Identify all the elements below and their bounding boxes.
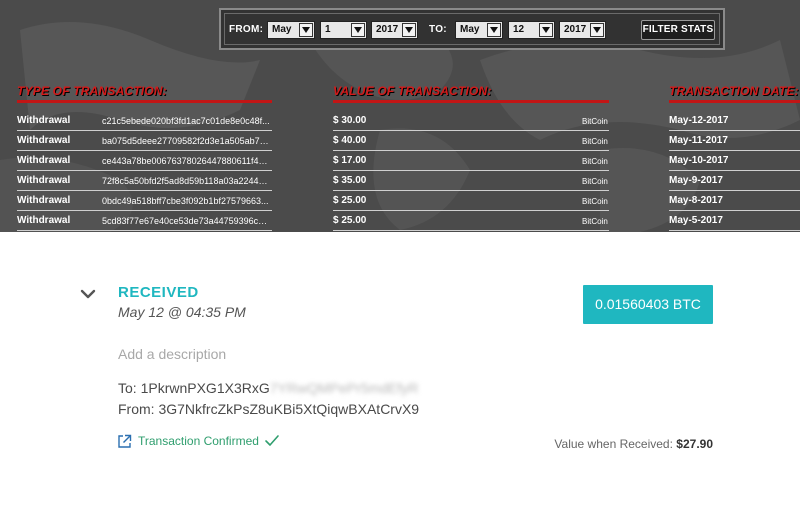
to-address-blurred: 7YRwQMPePr5mdEfyR xyxy=(269,380,419,396)
value-when-received-amount: $27.90 xyxy=(676,437,713,451)
row-currency: BitCoin xyxy=(582,157,608,166)
value-when-received-label: Value when Received: xyxy=(554,437,673,451)
add-description-field[interactable]: Add a description xyxy=(118,346,226,362)
row-type: Withdrawal xyxy=(17,155,71,166)
date-filter-bar: FROM: May 1 2017 TO: May 12 2017 FILTER … xyxy=(219,8,725,50)
checkmark-icon xyxy=(265,435,279,446)
triangle-down-icon xyxy=(590,23,604,37)
row-date: May-8-2017 xyxy=(669,195,723,206)
table-row[interactable]: Withdrawal 5cd83f77e67e40ce53de73a447593… xyxy=(0,212,800,232)
table-row[interactable]: Withdrawal ce443a78be0067637802644788061… xyxy=(0,152,800,172)
from-year-value: 2017 xyxy=(376,24,399,35)
value-header-underline xyxy=(333,100,609,103)
type-header-underline xyxy=(17,100,272,103)
table-row[interactable]: Withdrawal ba075d5deee27709582f2d3e1a505… xyxy=(0,132,800,152)
row-hash: ba075d5deee27709582f2d3e1a505ab772... xyxy=(102,136,270,146)
to-address-line: To: 1PkrwnPXG1X3RxG7YRwQMPePr5mdEfyR xyxy=(118,380,418,396)
to-label: To: xyxy=(118,380,137,396)
table-row[interactable]: Withdrawal 0bdc49a518bff7cbe3f092b1bf275… xyxy=(0,192,800,212)
from-day-value: 1 xyxy=(325,24,331,35)
row-hash: 0bdc49a518bff7cbe3f092b1bf27579663... xyxy=(102,196,269,206)
to-month-value: May xyxy=(460,24,480,35)
transaction-stats-panel: FROM: May 1 2017 TO: May 12 2017 FILTER … xyxy=(0,0,800,232)
row-hash: c21c5ebede020bf3fd1ac7c01de8e0c48f... xyxy=(102,116,270,126)
row-value: $ 35.00 xyxy=(333,175,367,186)
from-address-line: From: 3G7NkfrcZkPsZ8uKBi5XtQiqwBXAtCrvX9 xyxy=(118,401,419,417)
row-type: Withdrawal xyxy=(17,115,71,126)
chevron-down-icon[interactable] xyxy=(80,287,96,301)
from-day-select[interactable]: 1 xyxy=(320,21,367,39)
row-value: $ 25.00 xyxy=(333,195,367,206)
row-hash: ce443a78be00676378026447880611f4436... xyxy=(102,156,270,166)
row-value: $ 30.00 xyxy=(333,115,367,126)
amount-badge: 0.01560403 BTC xyxy=(583,285,713,324)
triangle-down-icon xyxy=(539,23,553,37)
transaction-confirmed-label: Transaction Confirmed xyxy=(138,434,259,448)
triangle-down-icon xyxy=(487,23,501,37)
row-type: Withdrawal xyxy=(17,195,71,206)
row-currency: BitCoin xyxy=(582,197,608,206)
external-link-icon xyxy=(118,434,132,448)
to-year-value: 2017 xyxy=(564,24,587,35)
to-month-select[interactable]: May xyxy=(455,21,503,39)
value-column-header: VALUE OF TRANSACTION: xyxy=(333,84,492,98)
row-hash: 5cd83f77e67e40ce53de73a44759396c21... xyxy=(102,216,270,226)
transaction-confirmed-link[interactable]: Transaction Confirmed xyxy=(117,432,280,450)
table-row[interactable]: Withdrawal 72f8c5a50bfd2f5ad8d59b118a03a… xyxy=(0,172,800,192)
to-address-visible: 1PkrwnPXG1X3RxG xyxy=(140,380,270,396)
row-hash: 72f8c5a50bfd2f5ad8d59b118a03a2244c... xyxy=(102,176,270,186)
from-address: 3G7NkfrcZkPsZ8uKBi5XtQiqwBXAtCrvX9 xyxy=(158,401,420,417)
row-date: May-5-2017 xyxy=(669,215,723,226)
to-year-select[interactable]: 2017 xyxy=(559,21,606,39)
row-value: $ 40.00 xyxy=(333,135,367,146)
value-when-received: Value when Received: $27.90 xyxy=(554,437,713,451)
row-type: Withdrawal xyxy=(17,215,71,226)
row-date: May-12-2017 xyxy=(669,115,729,126)
to-day-select[interactable]: 12 xyxy=(508,21,555,39)
row-date: May-10-2017 xyxy=(669,155,729,166)
from-month-value: May xyxy=(272,24,292,35)
triangle-down-icon xyxy=(351,23,365,37)
row-value: $ 25.00 xyxy=(333,215,367,226)
type-column-header: TYPE OF TRANSACTION: xyxy=(17,84,167,98)
row-currency: BitCoin xyxy=(582,217,608,226)
to-day-value: 12 xyxy=(513,24,525,35)
row-date: May-11-2017 xyxy=(669,135,728,146)
triangle-down-icon xyxy=(299,23,313,37)
from-year-select[interactable]: 2017 xyxy=(371,21,418,39)
transaction-status: RECEIVED xyxy=(118,284,199,301)
row-currency: BitCoin xyxy=(582,177,608,186)
filter-stats-button[interactable]: FILTER STATS xyxy=(641,20,715,40)
row-type: Withdrawal xyxy=(17,175,71,186)
from-month-select[interactable]: May xyxy=(267,21,315,39)
date-header-underline xyxy=(669,100,800,103)
triangle-down-icon xyxy=(402,23,416,37)
row-currency: BitCoin xyxy=(582,137,608,146)
table-row[interactable]: Withdrawal c21c5ebede020bf3fd1ac7c01de8e… xyxy=(0,112,800,132)
date-column-header: TRANSACTION DATE: xyxy=(669,84,799,98)
to-label: TO: xyxy=(429,24,447,35)
from-label: FROM: xyxy=(229,24,264,35)
row-type: Withdrawal xyxy=(17,135,71,146)
row-value: $ 17.00 xyxy=(333,155,367,166)
from-label: From: xyxy=(118,401,155,417)
row-date: May-9-2017 xyxy=(669,175,723,186)
row-currency: BitCoin xyxy=(582,117,608,126)
transaction-datetime: May 12 @ 04:35 PM xyxy=(118,304,246,320)
